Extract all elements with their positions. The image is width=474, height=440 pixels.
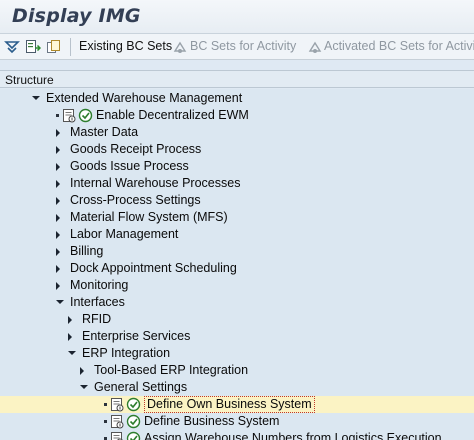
leaf-bullet-icon (104, 403, 107, 406)
toolbar-separator (70, 38, 71, 56)
activated-bc-sets-icon (307, 40, 323, 56)
tree-node[interactable]: RFID (0, 311, 474, 328)
expand-arrow-icon[interactable] (56, 129, 60, 137)
expand-arrow-icon[interactable] (56, 180, 60, 188)
execute-activity-icon[interactable] (126, 431, 141, 440)
documentation-icon[interactable] (110, 414, 125, 429)
tree-node[interactable]: Interfaces (0, 294, 474, 311)
structure-header-label: Structure (5, 73, 54, 87)
tree-node-label[interactable]: Internal Warehouse Processes (70, 176, 240, 190)
leaf-bullet-icon (56, 114, 59, 117)
tree-node[interactable]: Goods Issue Process (0, 158, 474, 175)
tree-node-label[interactable]: Tool-Based ERP Integration (94, 363, 248, 377)
expand-arrow-icon[interactable] (80, 367, 84, 375)
tree-node[interactable]: Tool-Based ERP Integration (0, 362, 474, 379)
tree-node[interactable]: Monitoring (0, 277, 474, 294)
tree-node[interactable]: Material Flow System (MFS) (0, 209, 474, 226)
tree-node-label[interactable]: Master Data (70, 125, 138, 139)
tree-node-label[interactable]: Enable Decentralized EWM (96, 108, 249, 122)
expand-arrow-icon[interactable] (56, 214, 60, 222)
tree-node-label[interactable]: Goods Receipt Process (70, 142, 201, 156)
tree-node[interactable]: Enterprise Services (0, 328, 474, 345)
expand-arrow-icon[interactable] (56, 265, 60, 273)
tree-node[interactable]: Define Business System (0, 413, 474, 430)
tree-node-label[interactable]: Define Own Business System (144, 396, 315, 413)
bc-sets-icon (172, 40, 188, 56)
expand-arrow-icon[interactable] (56, 282, 60, 290)
tree-node-label[interactable]: Material Flow System (MFS) (70, 210, 228, 224)
expand-arrow-icon[interactable] (68, 333, 72, 341)
documentation-icon[interactable] (110, 397, 125, 412)
tree-node-label[interactable]: Define Business System (144, 414, 279, 428)
tree-node[interactable]: Extended Warehouse Management (0, 90, 474, 107)
documentation-icon[interactable] (62, 108, 77, 123)
collapse-arrow-icon[interactable] (56, 300, 64, 304)
tree-node-label[interactable]: Billing (70, 244, 103, 258)
tree-node-label[interactable]: RFID (82, 312, 111, 326)
tree-node-label[interactable]: Goods Issue Process (70, 159, 189, 173)
tree-node-label[interactable]: General Settings (94, 380, 187, 394)
existing-bc-sets-button[interactable]: Existing BC Sets (79, 39, 172, 53)
tree-node[interactable]: General Settings (0, 379, 474, 396)
tree-node-label[interactable]: Dock Appointment Scheduling (70, 261, 237, 275)
tree-node[interactable]: Assign Warehouse Numbers from Logistics … (0, 430, 474, 440)
expand-arrow-icon[interactable] (68, 316, 72, 324)
tree-node-label[interactable]: Cross-Process Settings (70, 193, 201, 207)
tree-node[interactable]: Master Data (0, 124, 474, 141)
window-title: Display IMG (12, 5, 141, 27)
copy-icon[interactable] (46, 39, 62, 55)
tree-node-label[interactable]: Enterprise Services (82, 329, 190, 343)
tree-node-label[interactable]: Extended Warehouse Management (46, 91, 242, 105)
tree-node[interactable]: Cross-Process Settings (0, 192, 474, 209)
tree-node[interactable]: Labor Management (0, 226, 474, 243)
tree-node[interactable]: Enable Decentralized EWM (0, 107, 474, 124)
title-bar: Display IMG (0, 0, 474, 34)
expand-arrow-icon[interactable] (56, 197, 60, 205)
tree-node-label[interactable]: Assign Warehouse Numbers from Logistics … (144, 431, 442, 440)
tree-node-label[interactable]: Labor Management (70, 227, 178, 241)
tree-node[interactable]: Goods Receipt Process (0, 141, 474, 158)
collapse-arrow-icon[interactable] (32, 96, 40, 100)
collapse-arrow-icon[interactable] (68, 351, 76, 355)
tree-node-label[interactable]: Monitoring (70, 278, 128, 292)
expand-icon[interactable] (25, 39, 42, 55)
expand-arrow-icon[interactable] (56, 231, 60, 239)
tree-node-label[interactable]: ERP Integration (82, 346, 170, 360)
tree-node[interactable]: Billing (0, 243, 474, 260)
execute-activity-icon[interactable] (126, 397, 141, 412)
tree-node[interactable]: ERP Integration (0, 345, 474, 362)
tree-node[interactable]: Dock Appointment Scheduling (0, 260, 474, 277)
tree-node[interactable]: Internal Warehouse Processes (0, 175, 474, 192)
bc-sets-for-activity-button[interactable]: BC Sets for Activity (190, 39, 296, 53)
tree-node-label[interactable]: Interfaces (70, 295, 125, 309)
leaf-bullet-icon (104, 420, 107, 423)
filter-down-icon[interactable] (4, 39, 20, 55)
documentation-icon[interactable] (110, 431, 125, 440)
structure-header: Structure (0, 70, 474, 88)
expand-arrow-icon[interactable] (56, 248, 60, 256)
collapse-arrow-icon[interactable] (80, 385, 88, 389)
execute-activity-icon[interactable] (126, 414, 141, 429)
execute-activity-icon[interactable] (78, 108, 93, 123)
activated-bc-sets-button[interactable]: Activated BC Sets for Activity (324, 39, 474, 53)
expand-arrow-icon[interactable] (56, 163, 60, 171)
tree-node[interactable]: Define Own Business System (0, 396, 474, 413)
img-tree: Extended Warehouse Management Enable Dece… (0, 89, 474, 440)
toolbar: Existing BC Sets BC Sets for Activity Ac… (0, 34, 474, 60)
expand-arrow-icon[interactable] (56, 146, 60, 154)
